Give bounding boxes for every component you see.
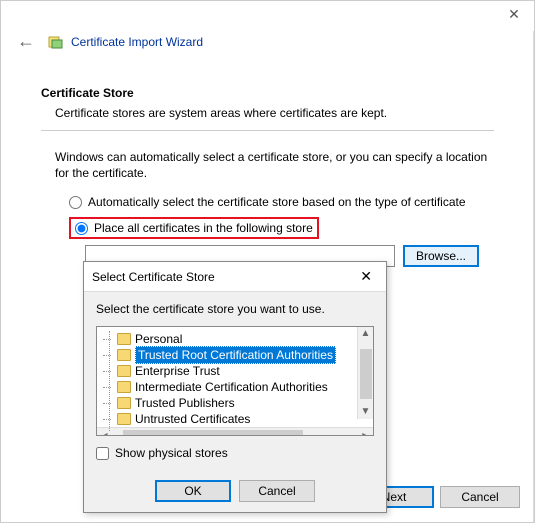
tree-item-untrusted[interactable]: Untrusted Certificates bbox=[115, 411, 373, 427]
back-arrow-icon[interactable]: ← bbox=[13, 31, 39, 52]
store-tree[interactable]: Personal Trusted Root Certification Auth… bbox=[96, 326, 374, 436]
radio-manual-label: Place all certificates in the following … bbox=[94, 221, 313, 235]
scroll-thumb-h[interactable] bbox=[123, 430, 303, 437]
dialog-close-button[interactable]: ✕ bbox=[354, 268, 378, 285]
wizard-title: Certificate Import Wizard bbox=[71, 35, 203, 49]
radio-auto-label: Automatically select the certificate sto… bbox=[88, 195, 466, 209]
section-heading: Certificate Store bbox=[41, 86, 494, 100]
cancel-button[interactable]: Cancel bbox=[440, 486, 520, 508]
dialog-ok-button[interactable]: OK bbox=[155, 480, 231, 502]
folder-icon bbox=[117, 381, 131, 393]
vertical-scrollbar[interactable]: ▲ ▼ bbox=[357, 327, 373, 419]
radio-auto-select[interactable]: Automatically select the certificate sto… bbox=[69, 195, 494, 209]
dialog-message: Select the certificate store you want to… bbox=[96, 302, 374, 316]
divider bbox=[41, 130, 494, 131]
dialog-title: Select Certificate Store bbox=[92, 270, 215, 284]
folder-icon bbox=[117, 397, 131, 409]
folder-icon bbox=[117, 413, 131, 425]
tree-item-intermediate[interactable]: Intermediate Certification Authorities bbox=[115, 379, 373, 395]
show-physical-checkbox[interactable] bbox=[96, 447, 109, 460]
radio-auto-input[interactable] bbox=[69, 196, 82, 209]
scroll-right-icon[interactable]: ► bbox=[359, 429, 373, 437]
scroll-thumb[interactable] bbox=[360, 349, 372, 399]
radio-manual-highlight: Place all certificates in the following … bbox=[69, 217, 319, 239]
horizontal-scrollbar[interactable]: ◄ ► bbox=[97, 427, 373, 436]
tree-item-personal[interactable]: Personal bbox=[115, 331, 373, 347]
window-close-button[interactable]: ✕ bbox=[494, 1, 534, 27]
certificate-wizard-icon bbox=[47, 34, 63, 50]
scroll-up-icon[interactable]: ▲ bbox=[361, 327, 371, 341]
dialog-cancel-button[interactable]: Cancel bbox=[239, 480, 315, 502]
tree-item-trusted-root[interactable]: Trusted Root Certification Authorities bbox=[115, 347, 373, 363]
tree-item-enterprise-trust[interactable]: Enterprise Trust bbox=[115, 363, 373, 379]
radio-manual-input[interactable] bbox=[75, 222, 88, 235]
intro-text: Windows can automatically select a certi… bbox=[55, 149, 494, 181]
show-physical-label: Show physical stores bbox=[115, 446, 228, 460]
radio-manual-select[interactable]: Place all certificates in the following … bbox=[75, 221, 313, 235]
show-physical-checkbox-row[interactable]: Show physical stores bbox=[96, 446, 374, 460]
folder-icon bbox=[117, 365, 131, 377]
folder-icon bbox=[117, 333, 131, 345]
scroll-down-icon[interactable]: ▼ bbox=[361, 405, 371, 419]
select-store-dialog: Select Certificate Store ✕ Select the ce… bbox=[83, 261, 387, 513]
section-subtext: Certificate stores are system areas wher… bbox=[55, 106, 494, 120]
browse-button[interactable]: Browse... bbox=[403, 245, 479, 267]
folder-icon bbox=[117, 349, 131, 361]
tree-item-trusted-publishers[interactable]: Trusted Publishers bbox=[115, 395, 373, 411]
